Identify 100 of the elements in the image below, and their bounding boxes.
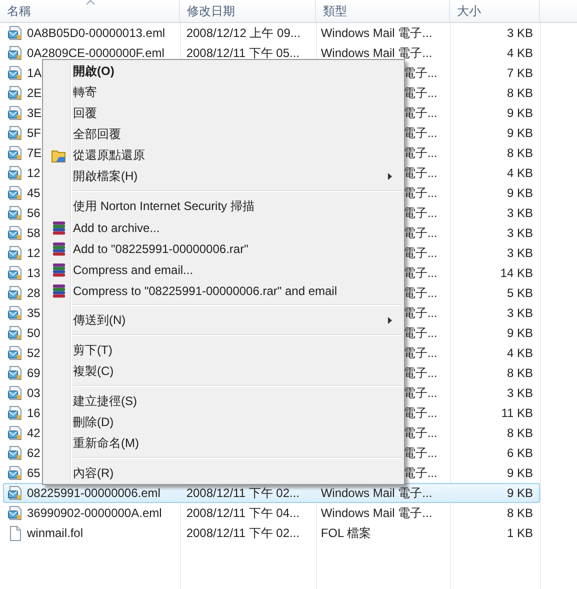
menu-item[interactable]: 內容(R) bbox=[45, 463, 402, 484]
file-size: 9 KB bbox=[506, 486, 533, 500]
file-type: 電子... bbox=[403, 364, 438, 382]
file-name[interactable]: 1A bbox=[27, 66, 42, 80]
menu-item[interactable]: 回覆 bbox=[45, 103, 402, 124]
mail-file-icon bbox=[7, 345, 23, 361]
file-name[interactable]: 52 bbox=[27, 346, 40, 360]
file-name[interactable]: 7E bbox=[27, 146, 42, 160]
mail-file-icon bbox=[7, 405, 23, 421]
file-type: 電子... bbox=[403, 284, 438, 302]
file-type: 電子... bbox=[403, 404, 438, 422]
menu-item[interactable]: 使用 Norton Internet Security 掃描 bbox=[45, 196, 402, 217]
file-type: 電子... bbox=[403, 304, 438, 322]
mail-file-icon bbox=[7, 365, 23, 381]
menu-item[interactable]: 建立捷徑(S) bbox=[45, 391, 402, 412]
file-type: 電子... bbox=[403, 324, 438, 342]
file-type: 電子... bbox=[403, 204, 438, 222]
file-size: 3 KB bbox=[506, 306, 533, 320]
menu-item[interactable]: Compress to "08225991-00000006.rar" and email bbox=[45, 280, 402, 301]
file-size: 14 KB bbox=[500, 266, 533, 280]
menu-item[interactable]: 全部回覆 bbox=[45, 124, 402, 145]
file-size: 11 KB bbox=[501, 406, 533, 420]
file-size: 8 KB bbox=[506, 146, 533, 160]
file-name[interactable]: 35 bbox=[27, 306, 40, 320]
file-type: 電子... bbox=[403, 184, 438, 202]
file-name[interactable]: winmail.fol bbox=[27, 526, 84, 540]
file-name[interactable]: 58 bbox=[27, 226, 40, 240]
file-name[interactable]: 08225991-00000006.eml bbox=[27, 486, 160, 500]
menu-item[interactable]: 剪下(T) bbox=[45, 340, 402, 361]
file-name[interactable]: 16 bbox=[27, 406, 40, 420]
file-name[interactable]: 56 bbox=[27, 206, 40, 220]
file-size: 3 KB bbox=[506, 226, 533, 240]
mail-file-icon bbox=[7, 385, 23, 401]
file-size: 9 KB bbox=[506, 106, 533, 120]
file-name[interactable]: 28 bbox=[27, 286, 40, 300]
mail-file-icon bbox=[7, 445, 23, 461]
file-name[interactable]: 36990902-0000000A.eml bbox=[27, 506, 162, 520]
menu-item[interactable]: 開啟(O) bbox=[45, 61, 402, 82]
menu-item[interactable]: Add to "08225991-00000006.rar" bbox=[45, 238, 402, 259]
mail-file-icon bbox=[7, 265, 23, 281]
books-icon bbox=[52, 284, 66, 298]
mail-file-icon bbox=[7, 165, 23, 181]
file-name[interactable]: 13 bbox=[27, 266, 40, 280]
file-size: 9 KB bbox=[506, 326, 533, 340]
file-type: 電子... bbox=[403, 244, 438, 262]
books-icon bbox=[52, 262, 66, 276]
mail-file-icon bbox=[7, 465, 23, 481]
menu-item[interactable]: 刪除(D) bbox=[45, 412, 402, 433]
modified-date: 2008/12/12 上午 09... bbox=[186, 24, 300, 42]
file-type: 電子... bbox=[403, 224, 438, 242]
menu-item[interactable]: Compress and email... bbox=[45, 259, 402, 280]
file-size: 8 KB bbox=[506, 426, 533, 440]
column-header[interactable]: 類型 bbox=[316, 0, 450, 22]
file-name[interactable]: 12 bbox=[27, 166, 40, 180]
selected-row[interactable]: 08225991-00000006.eml 2008/12/11 下午 02... Windows Mail 電子... 9 KB bbox=[3, 483, 540, 503]
file-size: 4 KB bbox=[506, 46, 533, 60]
file-type: 電子... bbox=[403, 104, 438, 122]
books-icon bbox=[52, 242, 66, 256]
file-size: 4 KB bbox=[506, 166, 533, 180]
menu-item[interactable]: 開啟檔案(H) bbox=[45, 166, 402, 187]
file-type: FOL 檔案 bbox=[320, 524, 372, 542]
file-size: 3 KB bbox=[506, 26, 533, 40]
menu-item[interactable]: 轉寄 bbox=[45, 82, 402, 103]
column-header[interactable]: 修改日期 bbox=[180, 0, 316, 22]
file-size: 9 KB bbox=[506, 466, 533, 480]
file-name[interactable]: 42 bbox=[27, 426, 40, 440]
file-type: 電子... bbox=[403, 464, 438, 482]
file-name[interactable]: 62 bbox=[27, 446, 40, 460]
menu-item[interactable]: 複製(C) bbox=[45, 361, 402, 382]
file-name[interactable]: 3E bbox=[27, 106, 42, 120]
file-name[interactable]: 5F bbox=[27, 126, 42, 140]
file-name[interactable]: 65 bbox=[27, 466, 40, 480]
file-type: 電子... bbox=[403, 424, 438, 442]
menu-item[interactable]: 重新命名(M) bbox=[45, 433, 402, 454]
file-type: 電子... bbox=[403, 444, 438, 462]
modified-date: 2008/12/11 下午 02... bbox=[186, 484, 300, 502]
file-name[interactable]: 2E bbox=[27, 86, 42, 100]
file-type: 電子... bbox=[403, 144, 438, 162]
column-header[interactable]: 大小 bbox=[450, 0, 540, 22]
column-header[interactable]: 名稱 bbox=[0, 0, 180, 22]
file-name[interactable]: 69 bbox=[27, 366, 40, 380]
file-name[interactable]: 50 bbox=[27, 326, 40, 340]
file-type: 電子... bbox=[403, 124, 438, 142]
mail-file-icon bbox=[7, 245, 23, 261]
file-size: 3 KB bbox=[506, 206, 533, 220]
file-name[interactable]: 0A2809CE-0000000F.eml bbox=[27, 46, 164, 60]
blank-file-icon bbox=[7, 525, 23, 541]
file-size: 7 KB bbox=[506, 66, 533, 80]
file-name[interactable]: 0A8B05D0-00000013.eml bbox=[27, 26, 166, 40]
file-name[interactable]: 03 bbox=[27, 386, 40, 400]
file-size: 3 KB bbox=[506, 246, 533, 260]
menu-item[interactable]: 傳送到(N) bbox=[45, 310, 402, 331]
file-name[interactable]: 12 bbox=[27, 246, 40, 260]
file-size: 1 KB bbox=[506, 526, 533, 540]
menu-item[interactable]: Add to archive... bbox=[45, 217, 402, 238]
menu-item[interactable]: 從還原點還原 bbox=[45, 145, 402, 166]
file-type: 電子... bbox=[403, 344, 438, 362]
file-type: Windows Mail 電子... bbox=[320, 24, 432, 42]
file-name[interactable]: 45 bbox=[27, 186, 40, 200]
mail-file-icon bbox=[7, 485, 23, 501]
